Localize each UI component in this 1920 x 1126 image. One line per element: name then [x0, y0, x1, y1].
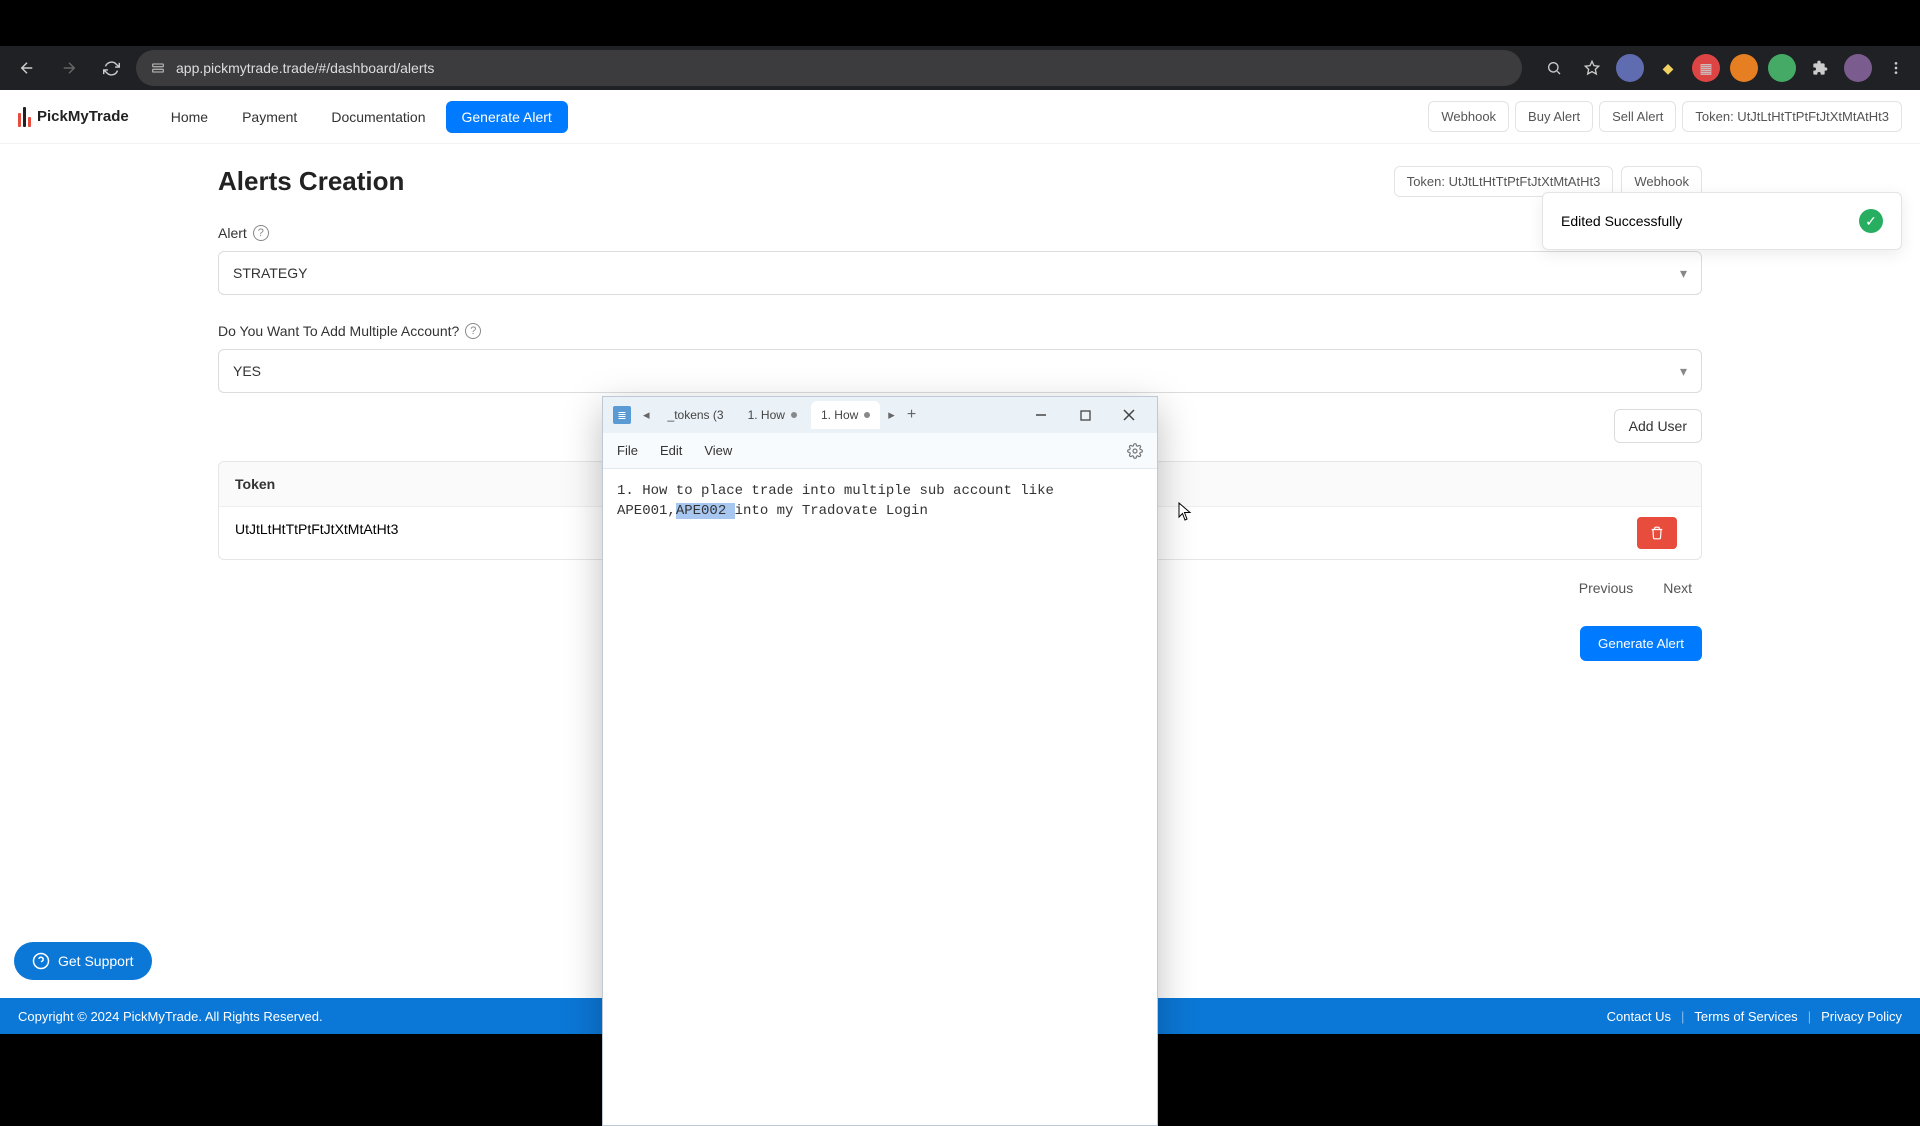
- reload-button[interactable]: [94, 51, 128, 85]
- extension-icon-2[interactable]: ◆: [1654, 54, 1682, 82]
- menu-edit[interactable]: Edit: [660, 443, 682, 458]
- unsaved-dot-icon: [791, 412, 797, 418]
- site-settings-icon: [150, 60, 166, 76]
- multi-account-value: YES: [233, 363, 261, 379]
- support-label: Get Support: [58, 953, 134, 969]
- multi-account-select[interactable]: YES ▾: [218, 349, 1702, 393]
- footer-terms[interactable]: Terms of Services: [1694, 1009, 1797, 1024]
- notepad-text-area[interactable]: 1. How to place trade into multiple sub …: [603, 469, 1157, 534]
- page-viewport: PickMyTrade Home Payment Documentation G…: [0, 90, 1920, 1034]
- text-selected: APE002: [676, 503, 735, 519]
- url-text: app.pickmytrade.trade/#/dashboard/alerts: [176, 60, 434, 76]
- nav-home[interactable]: Home: [157, 101, 222, 133]
- logo-text: PickMyTrade: [37, 108, 129, 125]
- url-bar[interactable]: app.pickmytrade.trade/#/dashboard/alerts: [136, 50, 1522, 86]
- alert-label: Alert: [218, 225, 247, 241]
- forward-button[interactable]: [52, 51, 86, 85]
- help-icon[interactable]: ?: [465, 323, 481, 339]
- footer-privacy[interactable]: Privacy Policy: [1821, 1009, 1902, 1024]
- text-post: into my Tradovate Login: [735, 503, 928, 519]
- bookmark-star-icon[interactable]: [1578, 54, 1606, 82]
- toast-message: Edited Successfully: [1561, 213, 1682, 229]
- header-buy-alert-button[interactable]: Buy Alert: [1515, 101, 1593, 132]
- back-button[interactable]: [10, 51, 44, 85]
- unsaved-dot-icon: [864, 412, 870, 418]
- multi-account-label: Do You Want To Add Multiple Account?: [218, 323, 459, 339]
- notepad-tab-next[interactable]: ▸: [884, 407, 899, 423]
- delete-row-button[interactable]: [1637, 517, 1677, 549]
- profile-avatar[interactable]: [1844, 54, 1872, 82]
- notepad-tab-2[interactable]: 1. How: [738, 401, 807, 429]
- notepad-tab-prev[interactable]: ◂: [639, 407, 654, 423]
- generate-alert-button[interactable]: Generate Alert: [1580, 626, 1702, 661]
- pager-next[interactable]: Next: [1653, 574, 1702, 602]
- copyright: Copyright © 2024 PickMyTrade. All Rights…: [18, 1009, 323, 1024]
- notepad-menu: File Edit View: [603, 433, 1157, 469]
- gear-icon[interactable]: [1127, 443, 1143, 459]
- browser-toolbar: app.pickmytrade.trade/#/dashboard/alerts…: [0, 46, 1920, 90]
- notepad-window: ≣ ◂ _tokens (3 1. How 1. How ▸ + File: [602, 396, 1158, 1126]
- app-header: PickMyTrade Home Payment Documentation G…: [0, 90, 1920, 144]
- close-button[interactable]: [1107, 397, 1151, 433]
- logo-bars-icon: [18, 107, 31, 127]
- footer-contact[interactable]: Contact Us: [1607, 1009, 1671, 1024]
- kebab-menu-icon[interactable]: [1882, 54, 1910, 82]
- nav-payment[interactable]: Payment: [228, 101, 311, 133]
- notepad-titlebar[interactable]: ≣ ◂ _tokens (3 1. How 1. How ▸ +: [603, 397, 1157, 433]
- notepad-tab-1[interactable]: _tokens (3: [658, 401, 734, 429]
- extensions-puzzle-icon[interactable]: [1806, 54, 1834, 82]
- get-support-button[interactable]: Get Support: [14, 942, 152, 980]
- chevron-down-icon: ▾: [1680, 363, 1687, 380]
- notepad-tab-3-active[interactable]: 1. How: [811, 401, 880, 429]
- notepad-app-icon: ≣: [613, 406, 631, 424]
- browser-extension-row: ◆ ▦: [1530, 54, 1910, 82]
- page-title: Alerts Creation: [218, 166, 404, 197]
- menu-file[interactable]: File: [617, 443, 638, 458]
- check-icon: ✓: [1859, 209, 1883, 233]
- alert-select[interactable]: STRATEGY ▾: [218, 251, 1702, 295]
- logo[interactable]: PickMyTrade: [18, 107, 129, 127]
- toast-success: Edited Successfully ✓: [1542, 192, 1902, 250]
- nav-generate-alert[interactable]: Generate Alert: [446, 101, 568, 133]
- notepad-new-tab[interactable]: +: [903, 406, 920, 424]
- help-icon[interactable]: ?: [253, 225, 269, 241]
- extension-icon-4[interactable]: [1730, 54, 1758, 82]
- menu-view[interactable]: View: [704, 443, 732, 458]
- tab-label: 1. How: [748, 408, 785, 422]
- add-user-button[interactable]: Add User: [1614, 409, 1702, 443]
- header-webhook-button[interactable]: Webhook: [1428, 101, 1509, 132]
- minimize-button[interactable]: [1019, 397, 1063, 433]
- trash-icon: [1650, 526, 1664, 540]
- extension-icon-1[interactable]: [1616, 54, 1644, 82]
- extension-icon-3[interactable]: ▦: [1692, 54, 1720, 82]
- pager-prev[interactable]: Previous: [1569, 574, 1643, 602]
- browser-tab-strip: [0, 0, 1920, 46]
- maximize-button[interactable]: [1063, 397, 1107, 433]
- header-sell-alert-button[interactable]: Sell Alert: [1599, 101, 1676, 132]
- nav-documentation[interactable]: Documentation: [317, 101, 439, 133]
- alert-select-value: STRATEGY: [233, 265, 307, 281]
- headset-icon: [32, 952, 50, 970]
- chevron-down-icon: ▾: [1680, 265, 1687, 282]
- header-token-pill[interactable]: Token: UtJtLtHtTtPtFtJtXtMtAtHt3: [1682, 101, 1902, 132]
- tab-label: 1. How: [821, 408, 858, 422]
- zoom-icon[interactable]: [1540, 54, 1568, 82]
- tab-label: _tokens (3: [668, 408, 724, 422]
- extension-icon-5[interactable]: [1768, 54, 1796, 82]
